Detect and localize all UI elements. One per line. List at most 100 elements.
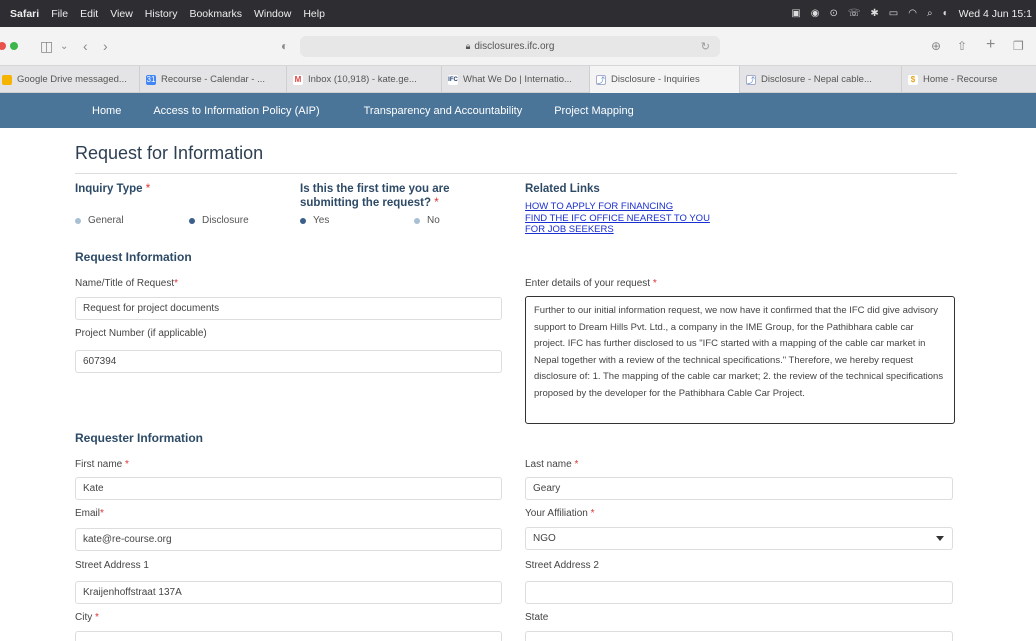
play-icon[interactable]: ⊙	[830, 8, 838, 19]
street1-label: Street Address 1	[75, 560, 149, 571]
first-time-line1: Is this the first time you are	[300, 183, 450, 195]
menubar-datetime[interactable]: Wed 4 Jun 15:1	[959, 8, 1032, 20]
required-mark: *	[652, 278, 657, 289]
menu-help[interactable]: Help	[303, 8, 325, 20]
tab-disclosure-nepal[interactable]: ⤴ Disclosure - Nepal cable...	[740, 66, 902, 93]
menu-file[interactable]: File	[51, 8, 68, 20]
radio-yes[interactable]: Yes	[300, 215, 329, 226]
nav-project-mapping[interactable]: Project Mapping	[554, 105, 634, 117]
tab-calendar[interactable]: 31 Recourse - Calendar - ...	[140, 66, 287, 93]
related-links-list: HOW TO APPLY FOR FINANCING FIND THE IFC …	[525, 201, 710, 236]
link-ifc-office[interactable]: FIND THE IFC OFFICE NEAREST TO YOU	[525, 213, 710, 225]
related-links-title: Related Links	[525, 183, 600, 195]
menu-view[interactable]: View	[110, 8, 133, 20]
request-info-heading: Request Information	[75, 250, 192, 264]
bluetooth-icon[interactable]: ✱	[870, 8, 878, 19]
request-name-input[interactable]: Request for project documents	[75, 297, 502, 320]
radio-no[interactable]: No	[414, 215, 440, 226]
sidebar-icon[interactable]: ◫	[40, 38, 53, 55]
label-text: Last name	[525, 459, 572, 470]
link-job-seekers[interactable]: FOR JOB SEEKERS	[525, 224, 710, 236]
phone-icon[interactable]: ☏	[848, 8, 861, 19]
state-label: State	[525, 612, 549, 623]
wifi-icon[interactable]: ◠	[908, 8, 917, 19]
tab-overview-icon[interactable]: ❐	[1013, 39, 1024, 53]
tab-label: Google Drive messaged...	[17, 74, 127, 85]
radio-dot[interactable]	[189, 217, 195, 224]
request-details-textarea[interactable]: Further to our initial information reque…	[525, 296, 955, 424]
share-icon[interactable]: ⇧	[957, 39, 967, 53]
radio-disclosure[interactable]: Disclosure	[189, 215, 249, 226]
radio-label: General	[88, 215, 124, 226]
menu-bookmarks[interactable]: Bookmarks	[189, 8, 242, 20]
forward-button[interactable]: ›	[103, 38, 108, 54]
new-tab-button[interactable]: +	[986, 36, 995, 54]
tab-recourse-home[interactable]: $ Home - Recourse	[902, 66, 1036, 93]
address-text: disclosures.ifc.org	[474, 41, 555, 52]
search-icon[interactable]: ⌕	[927, 8, 933, 19]
address-bar[interactable]: 🔒︎ disclosures.ifc.org ↻	[300, 36, 720, 57]
gmail-icon: M	[293, 74, 303, 85]
state-input[interactable]	[525, 631, 953, 641]
nav-transparency[interactable]: Transparency and Accountability	[364, 105, 523, 117]
recourse-favicon: $	[908, 74, 918, 85]
first-name-input[interactable]: Kate	[75, 477, 502, 500]
display-icon[interactable]: ▣	[791, 8, 800, 19]
status-icons: ▣ ◉ ⊙ ☏ ✱ ▭ ◠ ⌕ ◐ Wed 4 Jun 15:1	[791, 0, 1032, 27]
tab-gmail-inbox[interactable]: M Inbox (10,918) - kate.ge...	[287, 66, 442, 93]
tab-label: Disclosure - Inquiries	[611, 74, 700, 85]
affiliation-select[interactable]: NGO	[525, 527, 953, 550]
reload-icon[interactable]: ↻	[701, 40, 710, 53]
back-button[interactable]: ‹	[83, 38, 88, 54]
link-apply-financing[interactable]: HOW TO APPLY FOR FINANCING	[525, 201, 710, 213]
radio-dot[interactable]	[414, 217, 420, 224]
required-mark: *	[174, 278, 179, 289]
menu-history[interactable]: History	[145, 8, 178, 20]
required-mark: *	[574, 459, 579, 470]
menu-edit[interactable]: Edit	[80, 8, 98, 20]
nav-home[interactable]: Home	[92, 105, 121, 117]
city-label: City *	[75, 612, 99, 623]
download-icon[interactable]: ⊕	[931, 39, 941, 53]
affiliation-label: Your Affiliation *	[525, 508, 595, 519]
affiliation-value: NGO	[533, 533, 556, 544]
disclosure-favicon: ⤴	[746, 74, 756, 85]
radio-general[interactable]: General	[75, 215, 124, 226]
last-name-input[interactable]: Geary	[525, 477, 953, 500]
title-divider	[75, 173, 957, 174]
radio-dot[interactable]	[75, 217, 81, 224]
nav-aip[interactable]: Access to Information Policy (AIP)	[153, 105, 319, 117]
menu-window[interactable]: Window	[254, 8, 291, 20]
label-text: Email	[75, 508, 101, 519]
required-mark: *	[95, 612, 99, 623]
tab-label: Disclosure - Nepal cable...	[761, 74, 872, 85]
radio-label: Yes	[313, 215, 330, 226]
battery-icon[interactable]: ▭	[889, 8, 898, 19]
radio-dot[interactable]	[300, 217, 306, 224]
control-center-icon[interactable]: ◐	[943, 8, 949, 19]
menu-app-safari[interactable]: Safari	[10, 8, 39, 20]
label-text: First name	[75, 459, 123, 470]
street2-input[interactable]	[525, 581, 953, 604]
project-number-input[interactable]: 607394	[75, 350, 502, 373]
tab-ifc-what-we-do[interactable]: IFC What We Do | Internatio...	[442, 66, 590, 93]
window-close-button[interactable]	[0, 42, 6, 50]
tab-google-drive[interactable]: Google Drive messaged...	[0, 66, 140, 93]
browser-toolbar: ◫ ⌄ ‹ › ◐ 🔒︎ disclosures.ifc.org ↻ ⊕ ⇧ +…	[0, 27, 1036, 65]
required-mark: *	[100, 508, 104, 519]
chevron-down-icon[interactable]	[936, 536, 944, 541]
street1-input[interactable]: Kraijenhoffstraat 137A	[75, 581, 502, 604]
tab-label: Recourse - Calendar - ...	[161, 74, 266, 85]
site-navigation: Home Access to Information Policy (AIP) …	[0, 93, 1036, 128]
email-input[interactable]: kate@re-course.org	[75, 528, 502, 551]
city-input[interactable]	[75, 631, 502, 641]
request-name-label: Name/Title of Request*	[75, 278, 178, 289]
page-title: Request for Information	[75, 143, 264, 163]
chevron-down-icon[interactable]: ⌄	[60, 41, 68, 52]
privacy-shield-icon[interactable]: ◐	[281, 39, 288, 53]
tab-disclosure-inquiries[interactable]: ⤴ Disclosure - Inquiries	[590, 66, 740, 93]
app-status-icon[interactable]: ◉	[811, 8, 820, 19]
label-text: Your Affiliation	[525, 508, 588, 519]
street2-label: Street Address 2	[525, 560, 599, 571]
window-maximize-button[interactable]	[10, 42, 18, 50]
